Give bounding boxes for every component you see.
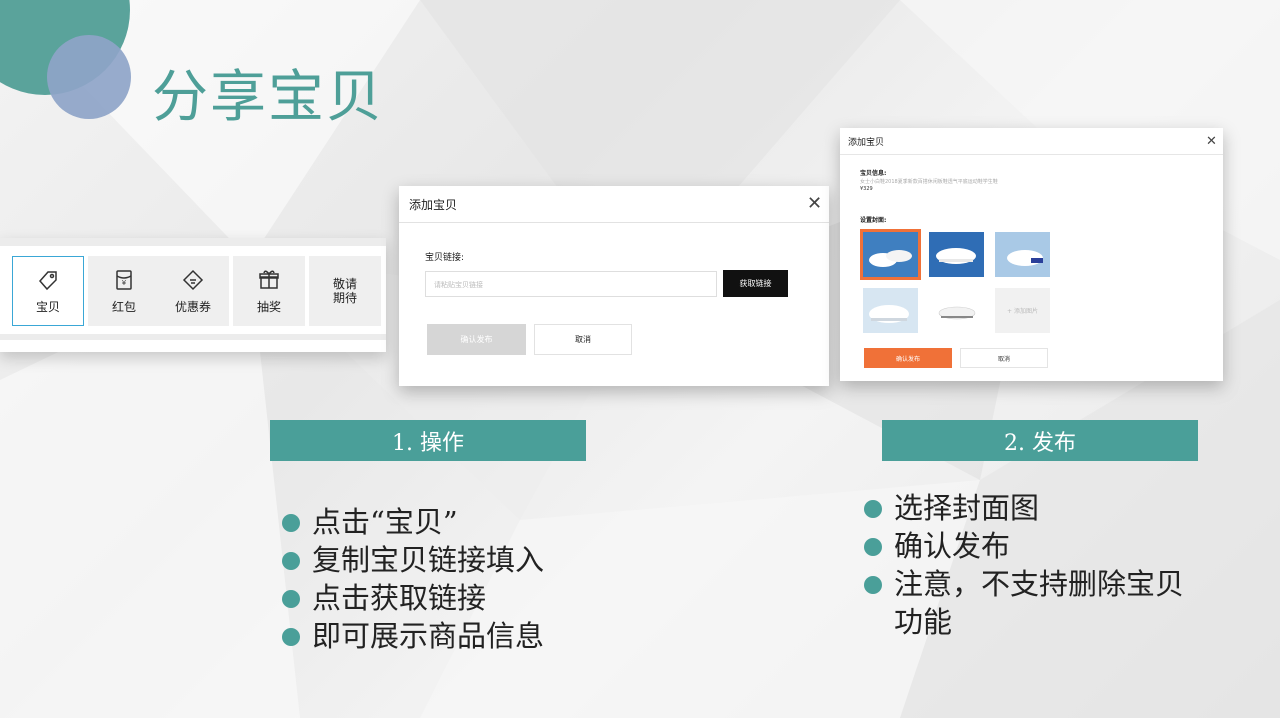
gift-icon bbox=[259, 270, 279, 289]
dialog-title: 添加宝贝 bbox=[848, 138, 885, 148]
toolbar-item-label: 红包 bbox=[111, 299, 136, 314]
list-item-continuation: 功能 bbox=[864, 603, 1184, 641]
bullet-dot-icon bbox=[864, 500, 882, 518]
toolbar-bottom-strip bbox=[0, 334, 386, 340]
shoe-image bbox=[863, 288, 918, 333]
product-link-label: 宝贝链接: bbox=[425, 253, 465, 263]
confirm-publish-button[interactable]: 确认发布 bbox=[864, 348, 952, 368]
step-1-bullet-list: 点击“宝贝” 复制宝贝链接填入 点击获取链接 即可展示商品信息 bbox=[282, 503, 544, 655]
decorative-blue-circle bbox=[47, 35, 131, 119]
bullet-text: 功能 bbox=[894, 605, 953, 639]
close-icon[interactable]: ✕ bbox=[807, 195, 822, 213]
red-envelope-icon: ¥ bbox=[116, 269, 132, 290]
svg-text:¥: ¥ bbox=[122, 279, 127, 287]
step-2-banner: 2. 发布 bbox=[882, 420, 1198, 461]
add-product-link-dialog: 添加宝贝 ✕ 宝贝链接: 请粘贴宝贝链接 获取链接 确认发布 取消 bbox=[399, 186, 829, 386]
coupon-icon bbox=[182, 269, 204, 290]
bullet-dot-icon bbox=[282, 514, 300, 532]
cover-thumbnail[interactable] bbox=[929, 288, 984, 333]
share-toolbar: 宝贝 ¥ 红包 优惠券 抽奖 敬请期待 bbox=[0, 238, 386, 352]
bullet-text: 即可展示商品信息 bbox=[312, 619, 545, 653]
cancel-button[interactable]: 取消 bbox=[960, 348, 1048, 368]
bullet-text: 点击“宝贝” bbox=[312, 505, 458, 539]
bullet-dot-icon bbox=[864, 576, 882, 594]
close-icon[interactable]: ✕ bbox=[1206, 133, 1217, 151]
bullet-text: 点击获取链接 bbox=[312, 581, 487, 615]
list-item: 注意，不支持删除宝贝 bbox=[864, 565, 1184, 603]
list-item: 即可展示商品信息 bbox=[282, 617, 544, 655]
product-info-label: 宝贝信息: bbox=[860, 170, 887, 177]
toolbar-item-coupon[interactable]: 优惠券 bbox=[157, 256, 229, 326]
cancel-button[interactable]: 取消 bbox=[534, 324, 632, 355]
cover-thumbnail[interactable] bbox=[860, 229, 921, 280]
shoe-image bbox=[929, 288, 984, 333]
fetch-link-button[interactable]: 获取链接 bbox=[723, 270, 788, 297]
cover-label: 设置封面: bbox=[860, 217, 887, 224]
toolbar-item-lottery[interactable]: 抽奖 bbox=[233, 256, 305, 326]
list-item: 复制宝贝链接填入 bbox=[282, 541, 544, 579]
toolbar-item-label: 宝贝 bbox=[35, 299, 60, 314]
bullet-dot-icon bbox=[282, 590, 300, 608]
bullet-text: 确认发布 bbox=[894, 529, 1011, 563]
cover-thumbnail[interactable] bbox=[995, 232, 1050, 277]
cover-thumbnail[interactable] bbox=[863, 288, 918, 333]
toolbar-item-coming-soon: 敬请期待 bbox=[309, 256, 381, 326]
toolbar-item-product[interactable]: 宝贝 bbox=[12, 256, 84, 326]
toolbar-item-label: 抽奖 bbox=[256, 299, 281, 314]
dialog-divider bbox=[399, 222, 829, 223]
shoe-image bbox=[929, 232, 984, 277]
cover-thumbnail[interactable] bbox=[929, 232, 984, 277]
toolbar-item-label: 优惠券 bbox=[174, 299, 211, 314]
list-item: 点击“宝贝” bbox=[282, 503, 544, 541]
add-image-button[interactable]: + 添加图片 bbox=[995, 288, 1050, 333]
list-item: 选择封面图 bbox=[864, 489, 1184, 527]
product-price: ¥329 bbox=[860, 186, 873, 192]
page-title: 分享宝贝 bbox=[152, 65, 384, 130]
shoe-image bbox=[863, 232, 918, 277]
bullet-text: 复制宝贝链接填入 bbox=[312, 543, 545, 577]
add-product-publish-dialog: 添加宝贝 ✕ 宝贝信息: 女士小白鞋2018夏季新款百搭休闲板鞋透气平底运动鞋学… bbox=[840, 128, 1223, 381]
dialog-title: 添加宝贝 bbox=[409, 198, 458, 212]
toolbar-item-red-envelope[interactable]: ¥ 红包 bbox=[88, 256, 160, 326]
shoe-image bbox=[995, 232, 1050, 277]
bullet-dot-icon bbox=[864, 538, 882, 556]
step-2-bullet-list: 选择封面图 确认发布 注意，不支持删除宝贝 功能 bbox=[864, 489, 1184, 641]
toolbar-item-label: 敬请期待 bbox=[332, 277, 357, 305]
bullet-dot-icon bbox=[282, 628, 300, 646]
dialog-divider bbox=[840, 154, 1223, 155]
tag-icon bbox=[39, 270, 57, 290]
bullet-dot-icon bbox=[282, 552, 300, 570]
confirm-publish-button[interactable]: 确认发布 bbox=[427, 324, 526, 355]
bullet-text: 选择封面图 bbox=[894, 491, 1040, 525]
list-item: 点击获取链接 bbox=[282, 579, 544, 617]
bullet-text: 注意，不支持删除宝贝 bbox=[894, 567, 1185, 601]
toolbar-top-strip bbox=[0, 238, 386, 246]
product-info-text: 女士小白鞋2018夏季新款百搭休闲板鞋透气平底运动鞋学生鞋 bbox=[860, 179, 998, 185]
product-link-input[interactable]: 请粘贴宝贝链接 bbox=[425, 271, 717, 297]
list-item: 确认发布 bbox=[864, 527, 1184, 565]
step-1-banner: 1. 操作 bbox=[270, 420, 586, 461]
